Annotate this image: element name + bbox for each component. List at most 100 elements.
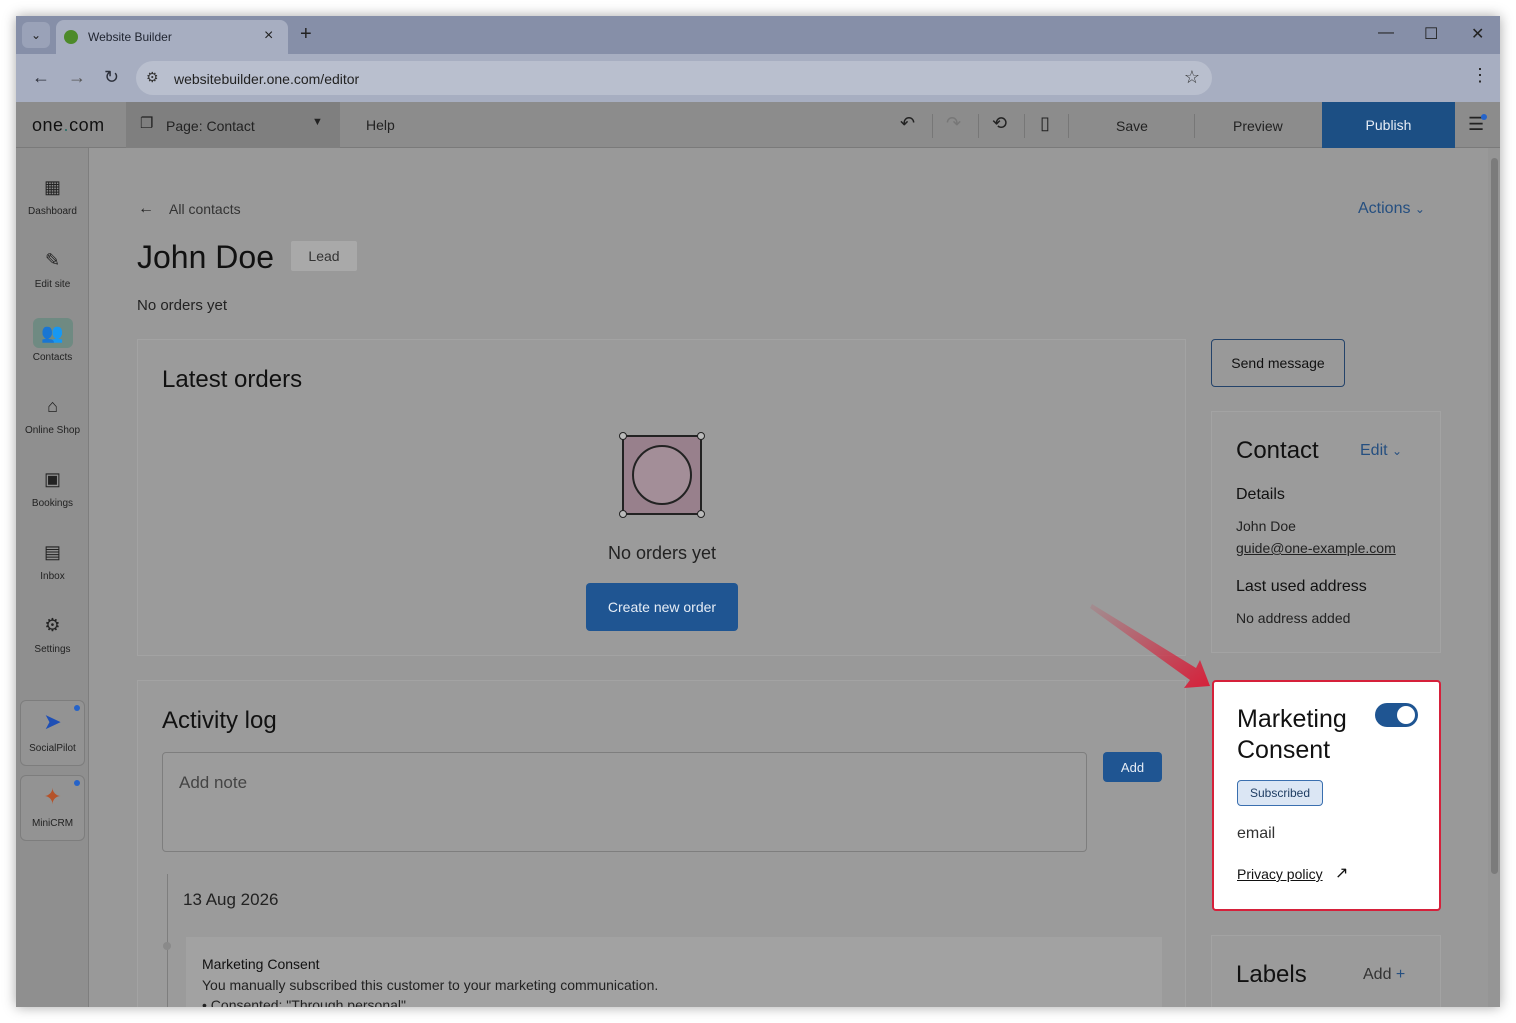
dashboard-icon: ▦: [43, 177, 61, 197]
contacts-icon: 👥: [32, 318, 73, 348]
contact-email-link[interactable]: guide@one-example.com: [1236, 540, 1396, 556]
notification-dot: [1481, 114, 1487, 120]
back-icon[interactable]: ←: [32, 67, 50, 88]
plus-icon: +: [1395, 966, 1406, 983]
address-value: No address added: [1236, 610, 1351, 626]
all-contacts-link[interactable]: All contacts: [169, 201, 241, 217]
address-label: Last used address: [1236, 578, 1367, 595]
history-icon[interactable]: ⟲: [992, 113, 1007, 134]
reload-icon[interactable]: ↻: [104, 67, 119, 88]
bookings-icon: ▣: [43, 469, 61, 489]
close-window-icon[interactable]: ✕: [1471, 24, 1484, 44]
inbox-icon: ▤: [43, 542, 61, 562]
tab-list-button[interactable]: ⌄: [22, 22, 50, 48]
page-prefix: Page:: [166, 118, 207, 134]
contact-detail-name: John Doe: [1236, 518, 1296, 534]
activity-date: 13 Aug 2026: [183, 890, 279, 909]
sidebar-item-edit-site[interactable]: ✎ Edit site: [16, 245, 89, 290]
logo: one.com: [32, 115, 105, 135]
sidebar: ▦ Dashboard ✎ Edit site 👥 Contacts ⌂ Onl…: [16, 148, 89, 1007]
entry-title: Marketing Consent: [202, 956, 320, 972]
status-badge: Lead: [291, 241, 357, 271]
undo-icon[interactable]: ↶: [900, 113, 915, 134]
address-bar: ← → ↻ ⚙ websitebuilder.one.com/editor ☆ …: [16, 54, 1500, 102]
forward-icon[interactable]: →: [68, 67, 86, 88]
minicrm-icon: ✦: [43, 784, 62, 809]
empty-orders-illustration: [622, 435, 702, 515]
page-name: Contact: [206, 118, 255, 134]
bookmark-star-icon[interactable]: ☆: [1184, 67, 1200, 88]
sidebar-app-socialpilot[interactable]: ➤ SocialPilot: [20, 700, 85, 766]
sidebar-item-contacts[interactable]: 👥 Contacts: [16, 318, 89, 363]
divider: [1024, 114, 1025, 138]
contact-name: John Doe: [137, 239, 274, 275]
back-arrow-icon[interactable]: ←: [138, 200, 154, 218]
maximize-icon[interactable]: ☐: [1424, 24, 1438, 44]
editor-toolbar: one.com ❐ Page: Contact ▼ Help ↶ ↷ ⟲ ▯ S…: [16, 102, 1500, 148]
sidebar-item-dashboard[interactable]: ▦ Dashboard: [16, 172, 89, 217]
corner-handle: [697, 510, 705, 518]
subscribed-badge: Subscribed: [1237, 780, 1323, 806]
note-placeholder: Add note: [179, 773, 248, 792]
edit-contact-dropdown[interactable]: Edit ⌄: [1360, 442, 1402, 460]
page-selector[interactable]: ❐ Page: Contact ▼: [126, 102, 340, 148]
consent-toggle[interactable]: [1375, 703, 1418, 727]
close-tab-icon[interactable]: ×: [264, 27, 273, 45]
latest-orders-title: Latest orders: [162, 366, 303, 393]
contact-title: Contact: [1236, 437, 1319, 464]
consent-channel: email: [1237, 825, 1276, 842]
send-message-button[interactable]: Send message: [1211, 339, 1345, 387]
corner-handle: [697, 432, 705, 440]
browser-menu-icon[interactable]: ⋮: [1471, 65, 1489, 86]
toggle-knob: [1397, 706, 1415, 724]
browser-tab[interactable]: Website Builder ×: [56, 20, 288, 54]
details-label: Details: [1236, 486, 1285, 503]
site-info-icon[interactable]: ⚙: [146, 69, 159, 86]
add-note-field[interactable]: Add note: [162, 752, 1087, 852]
minimize-icon[interactable]: —: [1378, 24, 1394, 42]
timeline-dot: [163, 942, 171, 950]
help-button[interactable]: Help: [366, 117, 395, 133]
redo-icon[interactable]: ↷: [946, 113, 961, 134]
tab-title: Website Builder: [88, 30, 172, 44]
external-link-icon: ↗: [1335, 865, 1349, 882]
sidebar-item-bookings[interactable]: ▣ Bookings: [16, 464, 89, 509]
create-order-button[interactable]: Create new order: [586, 583, 738, 631]
notification-dot: [74, 780, 80, 786]
notification-dot: [74, 705, 80, 711]
mobile-view-icon[interactable]: ▯: [1040, 113, 1050, 134]
browser-window: ⌄ Website Builder × + — ☐ ✕ ← → ↻ ⚙ webs…: [16, 16, 1500, 1007]
divider: [932, 114, 933, 138]
gear-icon: ⚙: [44, 615, 61, 635]
new-tab-icon[interactable]: +: [300, 23, 312, 46]
privacy-policy-link[interactable]: Privacy policy: [1237, 866, 1323, 882]
add-label-button[interactable]: Add +: [1363, 966, 1405, 984]
socialpilot-icon: ➤: [43, 709, 62, 734]
entry-bullet: • Consented: "Through personal": [202, 997, 406, 1007]
chevron-down-icon: ⌄: [1392, 444, 1403, 458]
corner-handle: [619, 510, 627, 518]
page-icon: ❐: [140, 115, 154, 132]
sidebar-app-minicrm[interactable]: ✦ MiniCRM: [20, 775, 85, 841]
publish-button[interactable]: Publish: [1322, 102, 1455, 148]
sad-face-icon: [632, 445, 692, 505]
preview-button[interactable]: Preview: [1233, 118, 1283, 134]
labels-title: Labels: [1236, 961, 1307, 988]
scrollbar-thumb[interactable]: [1491, 158, 1498, 874]
actions-dropdown[interactable]: Actions ⌄: [1358, 200, 1425, 218]
tab-bar: ⌄ Website Builder × + — ☐ ✕: [16, 16, 1500, 54]
sidebar-item-inbox[interactable]: ▤ Inbox: [16, 537, 89, 582]
marketing-consent-card: Marketing Consent Subscribed email Priva…: [1212, 680, 1441, 911]
url-field[interactable]: ⚙ websitebuilder.one.com/editor ☆: [136, 61, 1212, 95]
save-button[interactable]: Save: [1116, 118, 1148, 134]
sidebar-item-online-shop[interactable]: ⌂ Online Shop: [16, 391, 89, 436]
sidebar-item-settings[interactable]: ⚙ Settings: [16, 610, 89, 655]
add-note-button[interactable]: Add: [1103, 752, 1162, 782]
marketing-consent-title: Marketing Consent: [1237, 705, 1347, 764]
corner-handle: [619, 432, 627, 440]
url-text: websitebuilder.one.com/editor: [174, 71, 360, 87]
annotation-arrow: [1090, 604, 1210, 688]
divider: [1194, 114, 1195, 138]
divider: [1068, 114, 1069, 138]
entry-description: You manually subscribed this customer to…: [202, 977, 659, 993]
